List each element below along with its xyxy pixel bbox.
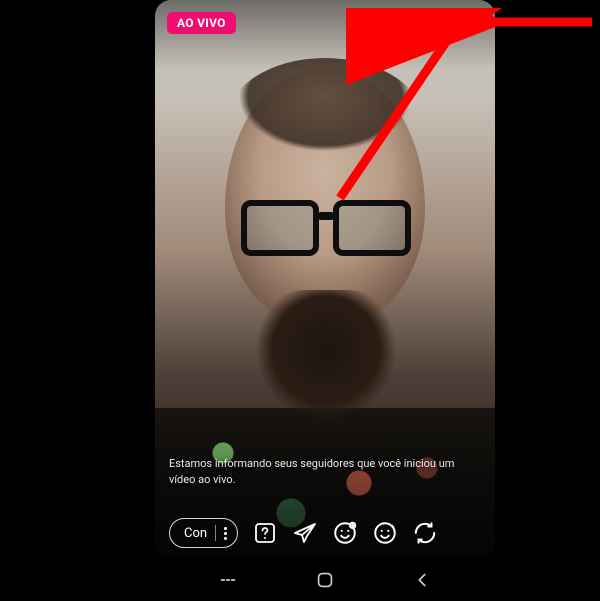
comment-placeholder: Con [184,526,207,541]
switch-camera-icon[interactable] [412,520,438,546]
more-options-icon[interactable] [224,527,227,540]
android-navigation-bar [155,559,495,601]
live-badge: AO VIVO [167,12,236,34]
nav-recents-button[interactable] [204,564,252,596]
face-filter-icon[interactable] [332,520,358,546]
camera-preview-beard [251,290,401,440]
live-bottom-bar: Con [155,518,495,548]
camera-preview-glasses [241,200,411,258]
effects-icon[interactable] [372,520,398,546]
share-icon[interactable] [292,520,318,546]
live-video-area: AO VIVO Encerrar Estamos informando seus… [155,0,495,558]
nav-home-button[interactable] [301,564,349,596]
camera-preview-hair [225,58,425,168]
nav-back-button[interactable] [398,564,446,596]
question-icon[interactable] [252,520,278,546]
comment-divider [215,525,216,541]
end-live-button[interactable]: Encerrar [409,12,483,37]
phone-frame: AO VIVO Encerrar Estamos informando seus… [155,0,495,601]
comment-field[interactable]: Con [169,518,238,548]
notifying-followers-message: Estamos informando seus seguidores que v… [169,456,481,488]
